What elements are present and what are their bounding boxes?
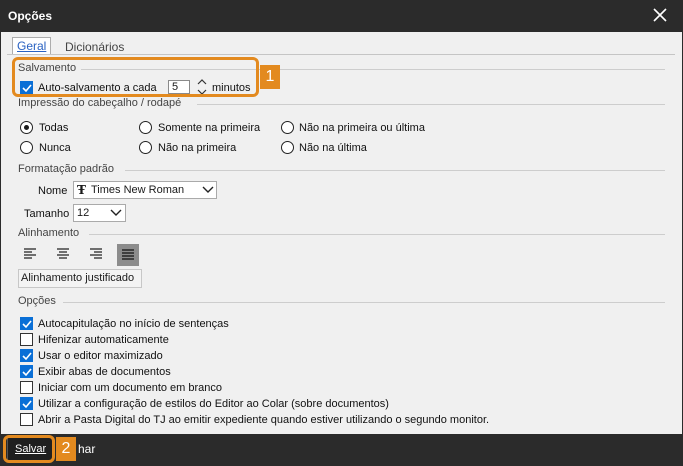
- options-heading: Opções: [18, 295, 60, 307]
- header-print-heading: Impressão do cabeçalho / rodapé: [18, 97, 186, 109]
- option-checkbox-abas[interactable]: [20, 365, 33, 378]
- radio-todas[interactable]: [20, 121, 33, 134]
- radio-nunca[interactable]: [20, 141, 33, 154]
- title-bar: Opções: [0, 0, 683, 32]
- callout-badge-1: 1: [260, 65, 280, 89]
- option-label-autocap: Autocapitulação no início de sentenças: [38, 318, 229, 330]
- option-label-hifenizar: Hifenizar automaticamente: [38, 334, 169, 346]
- tab-divider: [7, 54, 675, 55]
- tab-geral[interactable]: Geral: [12, 37, 52, 55]
- font-name-select[interactable]: Ŧ Times New Roman: [73, 181, 217, 199]
- font-name-value: Times New Roman: [91, 184, 185, 196]
- tab-dicionarios-label: Dicionários: [65, 40, 125, 54]
- radio-nao-primeira[interactable]: [139, 141, 152, 154]
- option-label-pasta-digital: Abrir a Pasta Digital do TJ ao emitir ex…: [38, 414, 490, 426]
- option-label-estilos-colar: Utilizar a configuração de estilos do Ed…: [38, 398, 389, 410]
- callout-badge-2: 2: [56, 437, 76, 461]
- close-icon[interactable]: [650, 5, 670, 25]
- option-checkbox-hifenizar[interactable]: [20, 333, 33, 346]
- align-left-icon[interactable]: [20, 244, 40, 264]
- callout-highlight-save: [3, 435, 55, 463]
- option-label-editor-maximizado: Usar o editor maximizado: [38, 350, 163, 362]
- chevron-down-icon: [202, 186, 214, 193]
- radio-nao-ultima-label: Não na última: [299, 142, 367, 154]
- formatting-heading: Formatação padrão: [18, 163, 118, 175]
- align-center-icon[interactable]: [53, 244, 73, 264]
- option-label-abas: Exibir abas de documentos: [38, 366, 171, 378]
- options-divider: [63, 302, 665, 303]
- align-right-icon[interactable]: [86, 244, 106, 264]
- radio-nao-primeira-ultima-label: Não na primeira ou última: [299, 122, 425, 134]
- alignment-heading: Alinhamento: [18, 227, 84, 239]
- option-checkbox-estilos-colar[interactable]: [20, 397, 33, 410]
- radio-nao-ultima[interactable]: [281, 141, 294, 154]
- option-checkbox-editor-maximizado[interactable]: [20, 349, 33, 362]
- option-checkbox-documento-branco[interactable]: [20, 381, 33, 394]
- dialog-footer: har: [0, 434, 683, 466]
- radio-nunca-label: Nunca: [39, 142, 71, 154]
- font-size-value: 12: [77, 207, 90, 219]
- option-checkbox-pasta-digital[interactable]: [20, 413, 33, 426]
- radio-nao-primeira-label: Não na primeira: [158, 142, 237, 154]
- truetype-font-icon: Ŧ: [77, 183, 86, 197]
- window-title: Opções: [8, 9, 53, 23]
- header-print-divider: [197, 104, 665, 105]
- tab-geral-label: Geral: [17, 39, 47, 53]
- alignment-tooltip-text: Alinhamento justificado: [21, 272, 135, 284]
- cancel-button[interactable]: har: [78, 442, 95, 456]
- option-label-documento-branco: Iniciar com um documento em branco: [38, 382, 223, 394]
- radio-nao-primeira-ultima[interactable]: [281, 121, 294, 134]
- alignment-divider: [89, 234, 665, 235]
- font-name-label: Nome: [38, 185, 68, 197]
- radio-somente-primeira-label: Somente na primeira: [158, 122, 261, 134]
- font-size-label: Tamanho: [24, 208, 70, 220]
- alignment-tooltip: Alinhamento justificado: [18, 269, 142, 288]
- option-checkbox-autocap[interactable]: [20, 317, 33, 330]
- align-justify-icon: [122, 249, 134, 260]
- chevron-down-icon: [110, 209, 122, 216]
- align-justify-button[interactable]: [117, 244, 139, 266]
- font-size-select[interactable]: 12: [73, 204, 126, 222]
- callout-highlight-autosave: [12, 57, 259, 97]
- formatting-divider: [125, 170, 665, 171]
- radio-somente-primeira[interactable]: [139, 121, 152, 134]
- radio-todas-label: Todas: [39, 122, 69, 134]
